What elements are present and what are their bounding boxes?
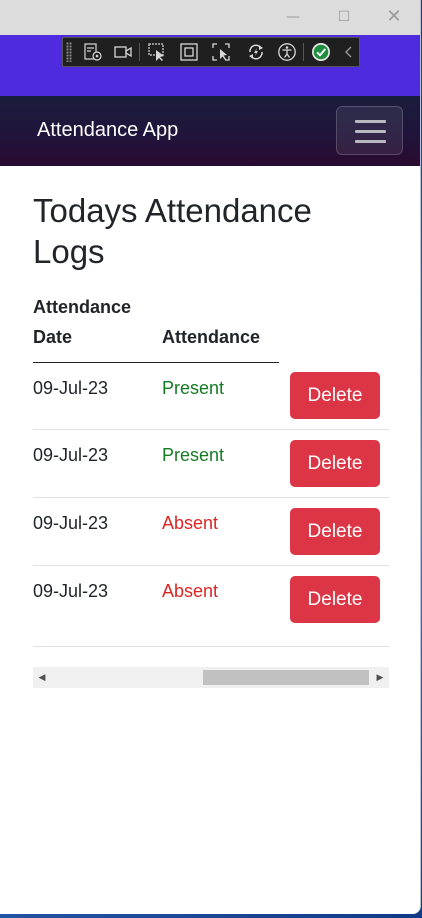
select-element-icon[interactable] [147, 42, 167, 62]
window-title-bar: — ☐ ✕ [0, 0, 420, 35]
attendance-date-cell: 09-Jul-23 [33, 513, 109, 533]
track-focus-icon[interactable] [211, 42, 231, 62]
attendance-status-cell: Absent [162, 513, 219, 533]
delete-button[interactable]: Delete [290, 372, 380, 419]
maximize-icon: ☐ [337, 8, 351, 25]
accessibility-checker-icon[interactable] [277, 42, 297, 62]
hot-reload-icon[interactable] [246, 42, 266, 62]
toolbar-grip-handle[interactable] [66, 42, 72, 62]
toolbar-separator [139, 43, 140, 61]
video-record-icon[interactable] [113, 42, 133, 62]
scroll-left-arrow-icon[interactable]: ◀ [33, 667, 51, 688]
live-visual-tree-icon[interactable] [83, 42, 103, 62]
row-divider [33, 646, 389, 647]
row-divider [33, 497, 389, 498]
delete-button[interactable]: Delete [290, 440, 380, 487]
column-header-attendance: Attendance [162, 327, 261, 347]
delete-button[interactable]: Delete [290, 508, 380, 555]
scroll-right-arrow-icon[interactable]: ▶ [371, 667, 389, 688]
attendance-status-cell: Present [162, 378, 225, 398]
navbar-toggler-button[interactable] [336, 106, 403, 155]
toolbar-separator [303, 43, 304, 61]
attendance-status-cell: Present [162, 445, 225, 465]
minimize-icon: — [286, 8, 300, 25]
scrollbar-thumb[interactable] [203, 670, 369, 685]
attendance-date-cell: 09-Jul-23 [33, 378, 109, 398]
display-layout-adorners-icon[interactable] [179, 42, 199, 62]
navbar-brand[interactable]: Attendance App [37, 119, 178, 142]
row-divider [33, 429, 389, 430]
delete-button[interactable]: Delete [290, 576, 380, 623]
maximize-button[interactable]: ☐ [321, 0, 367, 33]
minimize-button[interactable]: — [270, 0, 316, 33]
checkmark-icon[interactable] [311, 42, 331, 62]
page-title: Todays Attendance Logs [33, 192, 312, 270]
column-header-date: Attendance Date [33, 297, 132, 347]
horizontal-scrollbar[interactable]: ◀ ▶ [33, 667, 389, 688]
close-icon: ✕ [386, 6, 402, 27]
attendance-status-cell: Absent [162, 581, 219, 601]
app-window: — ☐ ✕ Attendance App Todays Attendance L… [0, 0, 421, 914]
row-divider [33, 565, 389, 566]
attendance-date-cell: 09-Jul-23 [33, 445, 109, 465]
collapse-chevron-icon[interactable] [339, 42, 359, 62]
attendance-date-cell: 09-Jul-23 [33, 581, 109, 601]
devtools-toolbar [62, 37, 360, 67]
navbar: Attendance App [0, 96, 420, 166]
close-button[interactable]: ✕ [371, 0, 417, 33]
table-header-divider [33, 362, 279, 363]
